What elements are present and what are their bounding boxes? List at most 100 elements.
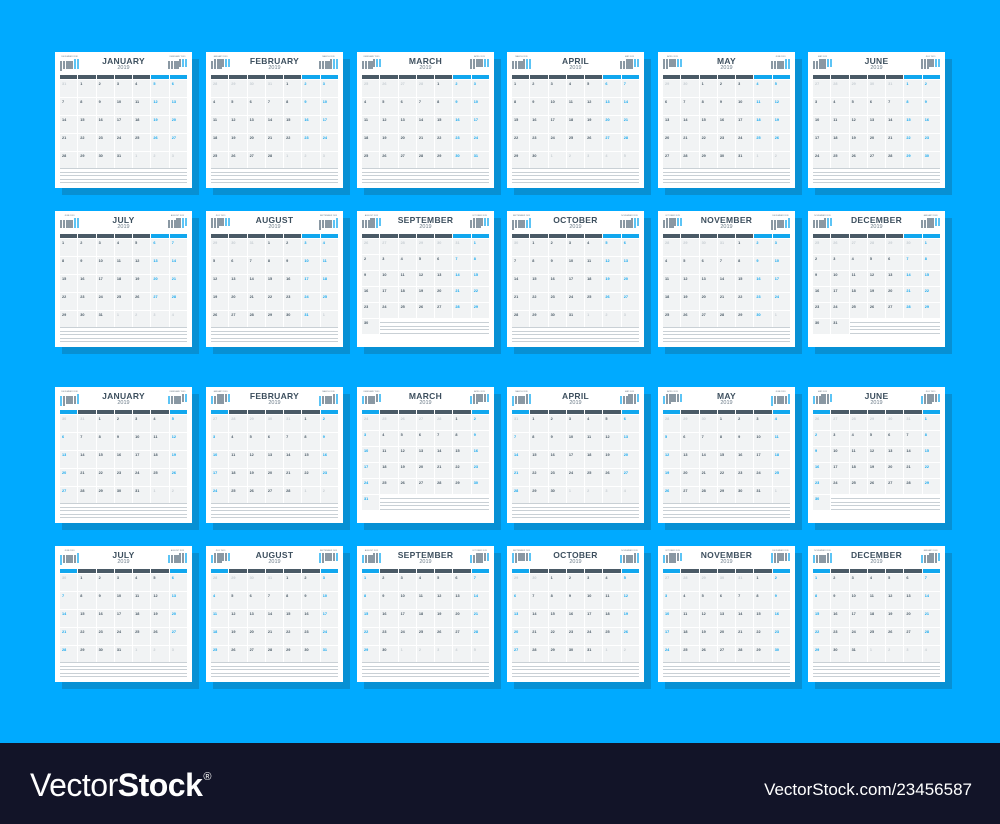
day-cell: 2	[78, 239, 96, 256]
mini-calendar-grid	[921, 59, 940, 71]
day-cell: 9	[548, 433, 566, 450]
day-cell: 5	[151, 80, 169, 97]
weekday-header	[512, 234, 639, 238]
day-cell: 19	[699, 628, 717, 645]
notes-line	[60, 327, 187, 328]
mini-calendar-next-month: MAY 2019	[620, 391, 639, 407]
calendar-sheet: JANUARY 2019 DECEMBER 2018 FEBRUARY 2019 31 1…	[0, 0, 1000, 743]
day-cell: 25	[585, 293, 603, 310]
day-cell: 2	[736, 415, 754, 432]
weekday-header	[663, 569, 790, 573]
notes-lines	[362, 166, 489, 183]
day-cell: 7	[60, 98, 78, 115]
day-cell: 1	[453, 415, 471, 430]
notes-line	[831, 501, 940, 503]
mini-calendar-next-month: AUGUST 2019	[168, 215, 187, 231]
day-cell: 3	[566, 239, 585, 256]
weekday-header	[663, 75, 790, 79]
day-cell: 23	[548, 469, 566, 486]
day-cell: 19	[621, 610, 639, 627]
day-cell: 12	[886, 592, 904, 609]
weekday-thursday	[566, 234, 585, 238]
day-cell: 10	[114, 98, 133, 115]
day-cell: 11	[585, 257, 603, 274]
day-cell: 5	[169, 415, 187, 432]
day-cell: 12	[867, 271, 886, 286]
weekday-header	[512, 75, 639, 79]
notes-line	[663, 513, 790, 515]
day-cell: 30	[813, 319, 831, 334]
day-cell: 5	[681, 257, 699, 274]
day-cell: 16	[96, 610, 114, 627]
weekday-wednesday	[699, 234, 717, 238]
day-cell: 6	[886, 431, 904, 446]
day-cell: 23	[78, 293, 96, 310]
day-cell: 22	[530, 293, 548, 310]
day-cell: 2	[772, 574, 790, 591]
mini-day	[228, 228, 230, 230]
day-cell: 9	[530, 98, 548, 115]
day-cell-previous-month: 27	[849, 239, 867, 254]
mini-calendar-next-month: SEPTEMBER 2019	[319, 550, 338, 566]
notes-line	[512, 503, 639, 504]
day-cell: 24	[471, 134, 489, 151]
mini-calendar-grid	[168, 553, 187, 565]
notes-line	[813, 676, 940, 677]
mini-calendar-next-month: FEBRUARY 2019	[168, 391, 187, 407]
day-cell: 28	[904, 303, 922, 318]
day-cell: 1	[922, 239, 940, 254]
mini-calendar-previous-month: NOVEMBER 2019	[813, 215, 832, 231]
notes-line	[211, 510, 338, 511]
mini-calendar-previous-month: AUGUST 2019	[362, 215, 381, 231]
mini-day	[185, 228, 187, 230]
day-cell: 2	[302, 80, 320, 97]
day-cell: 11	[151, 433, 169, 450]
day-cell-previous-month: 29	[416, 239, 435, 254]
day-grid: 1 2 3 4 5 6 7 8 9 10 11 12 13 14 15 16 17 18 19 20 21 22 23 24 2…	[813, 574, 940, 663]
calendar-page-june-sunday-start: JUNE 2019 MAY 2019 JULY 2019 26 27 28 29 30 31 1 2 3…	[808, 387, 945, 523]
day-cell-previous-month: 31	[265, 574, 284, 591]
day-cell: 10	[548, 98, 566, 115]
weekday-saturday	[302, 75, 320, 79]
notes-line	[663, 510, 790, 511]
mini-calendar-grid	[362, 59, 381, 71]
day-cell: 28	[922, 628, 940, 645]
notes-line	[813, 665, 940, 667]
weekday-header	[512, 569, 639, 573]
day-cell: 22	[453, 463, 471, 478]
mini-day	[379, 69, 381, 71]
day-cell: 19	[585, 116, 603, 133]
day-cell: 3	[663, 592, 681, 609]
mini-calendar-previous-month: SEPTEMBER 2019	[512, 215, 531, 231]
notes-line	[512, 672, 639, 674]
notes-lines	[512, 166, 639, 183]
day-cell: 6	[169, 80, 187, 97]
mini-calendar-previous-month: JUNE 2019	[60, 215, 79, 231]
day-cell: 22	[302, 469, 320, 486]
day-cell: 24	[849, 628, 867, 645]
day-cell: 5	[416, 255, 435, 270]
mini-day	[336, 228, 338, 230]
mini-calendar-grid	[512, 59, 531, 71]
day-cell: 2	[453, 80, 471, 97]
day-cell: 14	[247, 275, 265, 292]
notes-lines	[60, 501, 187, 518]
weekday-monday	[78, 569, 96, 573]
day-cell: 4	[211, 98, 229, 115]
day-cell: 9	[302, 98, 320, 115]
day-cell-previous-month: 24	[362, 415, 380, 430]
notes-line	[663, 503, 790, 504]
day-cell: 14	[922, 592, 940, 609]
day-cell: 20	[621, 451, 639, 468]
day-cell: 7	[416, 98, 435, 115]
day-cell: 2	[548, 415, 566, 432]
day-cell: 5	[133, 239, 151, 256]
weekday-friday	[302, 410, 320, 414]
day-cell: 14	[169, 257, 187, 274]
day-cell: 22	[813, 628, 831, 645]
day-cell: 18	[849, 463, 867, 478]
notes-line	[663, 334, 790, 335]
day-cell: 21	[247, 293, 265, 310]
day-cell: 23	[453, 134, 471, 151]
vectorstock-logo: VectorStock®	[30, 767, 211, 804]
